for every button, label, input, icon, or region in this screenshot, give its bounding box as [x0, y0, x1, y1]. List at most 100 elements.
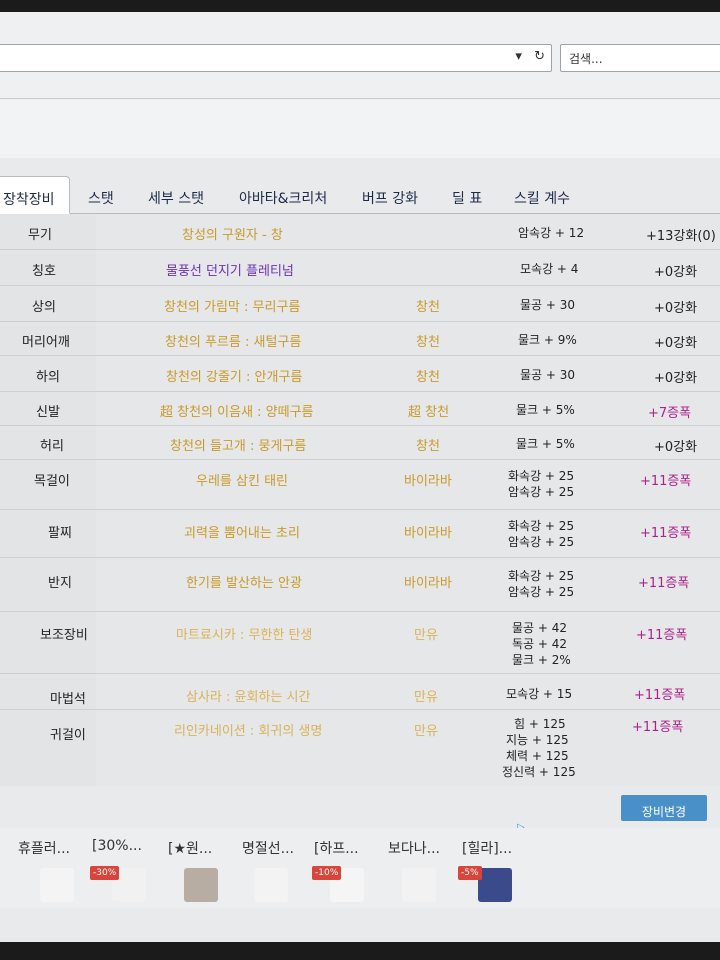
table-row: 상의 창천의 가림막 : 무리구름 창천 물공 + 30 +0강화: [0, 286, 720, 322]
stat-line: 화속강 + 25: [508, 519, 575, 533]
slot-label: 하의: [36, 370, 60, 385]
dropdown-icon[interactable]: ▾: [515, 49, 522, 64]
ad-item-title[interactable]: [30%...: [92, 838, 142, 854]
ad-item-title[interactable]: 보다나...: [388, 838, 440, 858]
set-name: 만유: [414, 724, 438, 739]
page-header-band: [0, 100, 720, 158]
slot-label: 귀걸이: [50, 728, 86, 743]
slot-label: 무기: [28, 228, 52, 243]
tab-detail-stats[interactable]: 세부 스탯: [148, 176, 204, 214]
set-name: 창천: [416, 439, 440, 454]
ad-item-title[interactable]: [하프...: [314, 838, 359, 858]
ad-product-image[interactable]: [254, 868, 288, 902]
ad-product-image[interactable]: [402, 868, 436, 902]
stat-line: 독공 + 42: [512, 637, 568, 651]
item-name: 超 창천의 이음새 : 양떼구름: [160, 405, 314, 420]
item-name: 한기를 발산하는 안광: [186, 576, 302, 591]
table-row: 신발 超 창천의 이음새 : 양떼구름 超 창천 물크 + 5% +7증폭: [0, 392, 720, 426]
item-name: 창천의 가림막 : 무리구름: [164, 300, 301, 315]
item-stat: 화속강 + 25 암속강 + 25: [508, 468, 574, 500]
tab-buff-enhance[interactable]: 버프 강화: [362, 176, 418, 214]
item-stat: 힘 + 125 지능 + 125 체력 + 125 정신력 + 125: [502, 716, 576, 780]
item-name: 창천의 들고개 : 뭉게구름: [170, 439, 307, 454]
tab-avatar-creature[interactable]: 아바타&크리처: [239, 176, 327, 214]
item-name: 삼사라 : 윤회하는 시간: [186, 690, 311, 705]
browser-chrome: ▾ ↻ 검색...: [0, 12, 720, 100]
stat-line: 정신력 + 125: [502, 765, 576, 779]
ad-item-title[interactable]: 휴플러...: [18, 838, 70, 858]
table-row: 칭호 물풍선 던지기 플레티넘 모속강 + 4 +0강화: [0, 250, 720, 286]
tab-stats[interactable]: 스탯: [88, 176, 114, 214]
stat-line: 암속강 + 25: [508, 585, 575, 599]
slot-label: 마법석: [50, 692, 86, 707]
slot-label: 보조장비: [40, 628, 88, 643]
discount-badge: -30%: [90, 866, 120, 880]
item-stat: 물크 + 9%: [518, 333, 577, 347]
enhance-level: +0강화: [654, 440, 698, 455]
table-row: 무기 창성의 구원자 - 창 암속강 + 12 +13강화(0): [0, 214, 720, 250]
amplify-level: +11증폭: [640, 526, 692, 541]
address-bar[interactable]: ▾ ↻: [0, 44, 552, 72]
ad-item-title[interactable]: [★원...: [168, 838, 212, 858]
item-name: 우레를 삼킨 태린: [196, 474, 288, 489]
tab-damage-table[interactable]: 딜 표: [452, 176, 482, 214]
set-name: 만유: [414, 628, 438, 643]
equipment-table: 무기 창성의 구원자 - 창 암속강 + 12 +13강화(0) 칭호 물풍선 …: [0, 214, 720, 786]
amplify-level: +11증폭: [638, 576, 690, 591]
table-row: 하의 창천의 강줄기 : 안개구름 창천 물공 + 30 +0강화: [0, 356, 720, 392]
item-name: 물풍선 던지기 플레티넘: [166, 264, 294, 279]
enhance-level: +0강화: [654, 301, 698, 316]
stat-line: 지능 + 125: [506, 733, 569, 747]
item-stat: 물공 + 30: [520, 368, 576, 382]
slot-label: 머리어깨: [22, 335, 70, 350]
item-stat: 모속강 + 4: [520, 262, 579, 276]
enhance-level: +0강화: [654, 371, 698, 386]
table-row: 팔찌 괴력을 뿜어내는 초리 바이라바 화속강 + 25 암속강 + 25 +1…: [0, 510, 720, 558]
discount-badge: -5%: [458, 866, 482, 880]
amplify-level: +7증폭: [648, 406, 692, 421]
amplify-level: +11증폭: [640, 474, 692, 489]
stat-line: 물크 + 2%: [512, 653, 571, 667]
set-name: 바이라바: [404, 576, 452, 591]
ad-item-title[interactable]: [힐라]...: [462, 838, 512, 858]
tab-bar: 장착장비 스탯 세부 스탯 아바타&크리처 버프 강화 딜 표 스킬 계수: [0, 170, 720, 214]
amplify-level: +11증폭: [632, 720, 684, 735]
stat-line: 물공 + 42: [512, 621, 568, 635]
reload-icon[interactable]: ↻: [534, 49, 545, 64]
table-row: 목걸이 우레를 삼킨 태린 바이라바 화속강 + 25 암속강 + 25 +11…: [0, 460, 720, 510]
item-name: 창천의 강줄기 : 안개구름: [166, 370, 303, 385]
discount-badge: -10%: [312, 866, 342, 880]
ad-item-title[interactable]: 명절선...: [242, 838, 294, 858]
table-row: 마법석 삼사라 : 윤회하는 시간 만유 모속강 + 15 +11증폭: [0, 674, 720, 710]
change-equipment-button[interactable]: 장비변경: [621, 795, 707, 821]
stat-line: 체력 + 125: [506, 749, 569, 763]
set-name: 超 창천: [408, 405, 450, 420]
enhance-level: +0강화: [654, 265, 698, 280]
item-stat: 물크 + 5%: [516, 437, 575, 451]
tab-equipment[interactable]: 장착장비: [0, 176, 70, 214]
item-stat: 물공 + 42 독공 + 42 물크 + 2%: [512, 620, 571, 668]
table-row: 보조장비 마트료시카 : 무한한 탄생 만유 물공 + 42 독공 + 42 물…: [0, 612, 720, 674]
set-name: 창천: [416, 370, 440, 385]
slot-label: 상의: [32, 300, 56, 315]
ad-banner: 휴플러... [30%... [★원... 명절선... [하프... 보다나.…: [0, 828, 720, 908]
tab-skill-coefficient[interactable]: 스킬 계수: [514, 176, 570, 214]
slot-label: 칭호: [32, 264, 56, 279]
table-row: 머리어깨 창천의 푸르름 : 새털구름 창천 물크 + 9% +0강화: [0, 322, 720, 356]
ad-product-image[interactable]: [184, 868, 218, 902]
set-name: 창천: [416, 300, 440, 315]
amplify-level: +11증폭: [634, 688, 686, 703]
amplify-level: +11증폭: [636, 628, 688, 643]
search-placeholder: 검색...: [569, 52, 603, 66]
chrome-divider: [0, 98, 720, 99]
stat-line: 암속강 + 25: [508, 485, 575, 499]
set-name: 바이라바: [404, 474, 452, 489]
slot-label: 목걸이: [34, 474, 70, 489]
slot-label: 신발: [36, 405, 60, 420]
ad-product-image[interactable]: [478, 868, 512, 902]
set-name: 만유: [414, 690, 438, 705]
item-name: 리인카네이션 : 회귀의 생명: [174, 724, 323, 739]
ad-product-image[interactable]: [40, 868, 74, 902]
browser-search-input[interactable]: 검색...: [560, 44, 720, 72]
item-stat: 물공 + 30: [520, 298, 576, 312]
